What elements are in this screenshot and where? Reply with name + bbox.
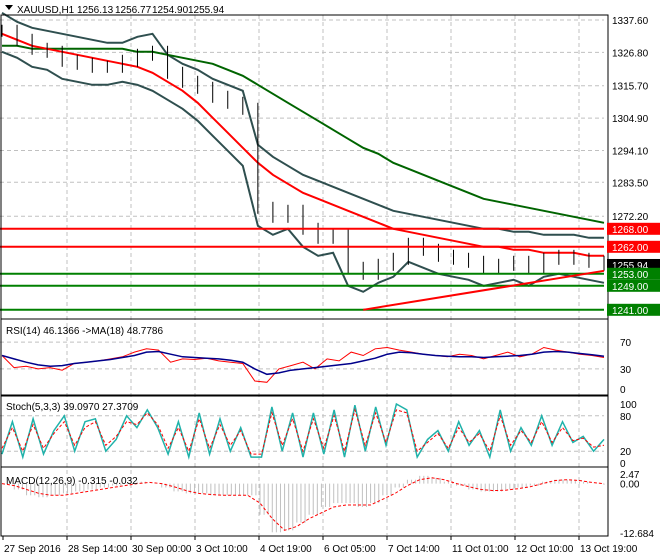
chart-canvas[interactable]: 27 Sep 2016 28 Sep 14:00 30 Sep 00:00 3 Oct… xyxy=(0,0,660,560)
high-value: 1256.77 xyxy=(115,5,152,16)
stoch-signal-line xyxy=(1,407,605,455)
rsi-axis-label: 30 xyxy=(620,365,632,376)
price-axis-label: 1326.80 xyxy=(612,48,649,59)
price-level-label: 1253.00 xyxy=(612,270,649,281)
rsi-panel[interactable] xyxy=(1,346,605,383)
x-axis-label: 6 Oct 05:00 xyxy=(324,544,376,555)
x-axis-label: 27 Sep 2016 xyxy=(4,544,61,555)
price-axis-label: 1283.50 xyxy=(612,178,649,189)
macd-axis-label: 0.00 xyxy=(620,480,640,491)
x-axis-label: 12 Oct 10:00 xyxy=(516,544,574,555)
open-value: 1256.13 xyxy=(77,5,114,16)
price-level-label: 1241.00 xyxy=(612,306,649,317)
close-value: 1255.94 xyxy=(188,5,225,16)
x-axis-label: 4 Oct 19:00 xyxy=(260,544,312,555)
x-axis-label: 11 Oct 01:00 xyxy=(452,544,509,555)
x-axis-label: 7 Oct 14:00 xyxy=(388,544,440,555)
rsi-axis-label: 70 xyxy=(620,338,632,349)
x-axis-label: 3 Oct 10:00 xyxy=(196,544,248,555)
price-axis-label: 1294.10 xyxy=(612,147,649,158)
price-level-label: 1249.00 xyxy=(612,282,649,293)
grid xyxy=(0,15,604,535)
price-axis-label: 1272.20 xyxy=(612,212,649,223)
collapse-triangle-icon[interactable] xyxy=(5,5,13,10)
stoch-label: Stoch(5,3,3) 39.0970 27.3709 xyxy=(6,402,139,413)
price-axis-label: 1337.60 xyxy=(612,16,649,27)
macd-axis-label: -12.684 xyxy=(620,529,654,540)
chart-window: 27 Sep 2016 28 Sep 14:00 30 Sep 00:00 3 Oct… xyxy=(0,0,660,560)
chart-header: XAUUSD,H1 1256.13 1256.77 1254.90 1255.9… xyxy=(5,5,225,16)
price-level-label: 1262.00 xyxy=(612,243,649,254)
rsi-label: RSI(14) 46.1366 ->MA(18) 48.7786 xyxy=(6,326,163,337)
bollinger-lower xyxy=(1,50,605,293)
stoch-axis-label: 100 xyxy=(620,400,637,411)
low-value: 1254.90 xyxy=(152,5,189,16)
rsi-axis-label: 0 xyxy=(620,385,626,396)
price-axis-label: 1315.70 xyxy=(612,82,649,93)
x-axis-label: 13 Oct 19:00 xyxy=(580,544,638,555)
price-level-label: 1268.00 xyxy=(612,225,649,236)
macd-label: MACD(12,26,9) -0.315 -0.032 xyxy=(6,476,138,487)
price-axis-label: 1304.90 xyxy=(612,114,649,125)
symbol-label: XAUUSD,H1 xyxy=(17,5,75,16)
stoch-axis-label: 20 xyxy=(620,447,632,458)
price-panel[interactable] xyxy=(0,11,605,311)
x-axis-label: 28 Sep 14:00 xyxy=(68,544,128,555)
rsi-line xyxy=(1,346,605,383)
stoch-axis-label: 0 xyxy=(620,459,626,470)
x-axis-label: 30 Sep 00:00 xyxy=(132,544,192,555)
stoch-axis-label: 80 xyxy=(620,412,632,423)
trendline xyxy=(363,269,605,311)
